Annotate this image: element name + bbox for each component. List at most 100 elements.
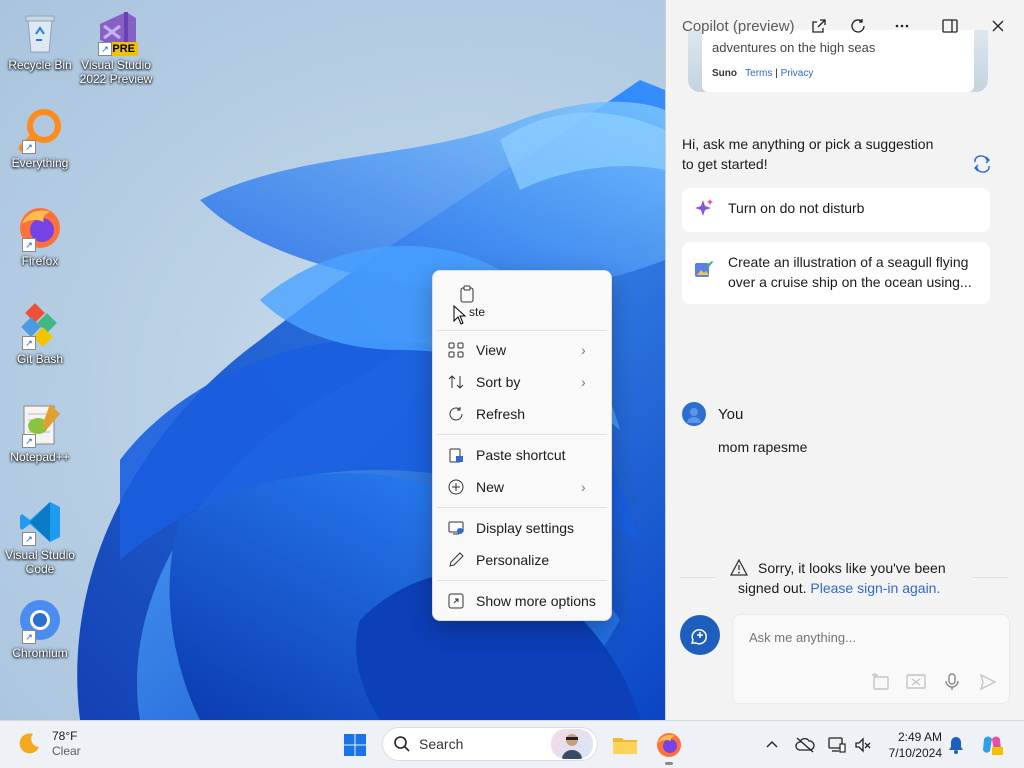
new-plus-icon — [448, 479, 464, 495]
desktop-icon-recycle-bin[interactable]: Recycle Bin — [2, 8, 78, 72]
send-button[interactable] — [977, 671, 999, 693]
desktop-icon-git-bash[interactable]: ↗ Git Bash — [2, 302, 78, 366]
chevron-right-icon: › — [581, 479, 586, 495]
shuffle-icon — [974, 155, 990, 173]
close-icon — [992, 20, 1004, 32]
display-settings-icon — [448, 520, 464, 536]
shortcut-arrow-icon: ↗ — [22, 336, 36, 350]
user-label: You — [718, 405, 744, 423]
screenshot-icon — [906, 674, 926, 689]
onedrive-status-button[interactable] — [795, 735, 815, 755]
grid-view-icon — [448, 342, 464, 358]
desktop-icon-everything[interactable]: ↗ Everything — [2, 106, 78, 170]
menu-item-refresh[interactable]: Refresh — [437, 399, 607, 429]
pen-icon — [448, 552, 464, 568]
weather-widget[interactable]: 78°F Clear — [16, 729, 81, 759]
firefox-icon — [657, 733, 681, 757]
sort-icon — [448, 374, 464, 390]
menu-item-personalize[interactable]: Personalize — [437, 545, 607, 575]
shortcut-arrow-icon: ↗ — [22, 630, 36, 644]
side-panel-icon — [942, 19, 958, 33]
menu-item-sort-by[interactable]: Sort by › — [437, 367, 607, 397]
network-button[interactable] — [827, 735, 847, 755]
file-explorer-button[interactable] — [611, 731, 639, 759]
divider — [680, 577, 716, 578]
microphone-icon — [945, 673, 959, 690]
refresh-button[interactable] — [848, 16, 868, 36]
clock-time: 2:49 AM — [897, 730, 942, 744]
avatar — [682, 402, 706, 426]
menu-item-paste-shortcut[interactable]: Paste shortcut — [437, 440, 607, 470]
volume-button[interactable] — [853, 735, 873, 755]
more-options-button[interactable] — [892, 16, 912, 36]
ask-input[interactable] — [747, 629, 991, 646]
shortcut-arrow-icon: ↗ — [22, 434, 36, 448]
open-in-new-window-button[interactable] — [809, 16, 829, 36]
desktop-icon-visual-studio-preview[interactable]: PRE ↗ Visual Studio 2022 Preview — [78, 8, 154, 86]
image-create-icon — [694, 260, 716, 282]
visual-studio-preview-icon: PRE ↗ — [92, 8, 140, 56]
shortcut-arrow-icon: ↗ — [22, 532, 36, 546]
screenshot-button[interactable] — [905, 671, 927, 693]
menu-item-display-settings[interactable]: Display settings — [437, 513, 607, 543]
weather-condition: Clear — [52, 744, 81, 758]
copilot-header: Copilot (preview) — [666, 0, 1024, 35]
refresh-icon — [851, 19, 865, 33]
everything-search-icon: ↗ — [16, 106, 64, 154]
clock-date: 7/10/2024 — [888, 746, 942, 760]
weather-temperature: 78°F — [52, 729, 78, 743]
taskbar-clock[interactable]: 2:49 AM 7/10/2024 — [882, 729, 942, 761]
search-highlight-image — [551, 729, 593, 759]
suno-card[interactable]: adventures on the high seas Suno Terms |… — [688, 30, 988, 92]
new-topic-button[interactable] — [680, 615, 720, 655]
dock-pane-button[interactable] — [940, 16, 960, 36]
desktop[interactable]: Recycle Bin PRE ↗ Visual Studio 2022 Pre… — [0, 0, 665, 720]
start-button[interactable] — [343, 733, 367, 757]
folder-icon — [613, 738, 637, 754]
desktop-icon-chromium[interactable]: ↗ Chromium — [2, 596, 78, 660]
menu-item-new[interactable]: New › — [437, 472, 607, 502]
desktop-context-menu: ste View › Sort by › Refresh Paste short… — [432, 270, 612, 621]
search-label: Search — [419, 736, 464, 752]
copilot-greeting: Hi, ask me anything or pick a suggestion… — [682, 136, 934, 172]
network-icon — [828, 737, 846, 753]
warning-icon — [730, 559, 748, 576]
menu-separator — [437, 434, 607, 435]
desktop-icon-vscode[interactable]: ↗ Visual Studio Code — [2, 498, 78, 576]
chevron-right-icon: › — [581, 374, 586, 390]
suno-brand: Suno — [712, 68, 737, 79]
notifications-button[interactable] — [946, 735, 966, 755]
suggestion-do-not-disturb[interactable]: Turn on do not disturb — [682, 188, 990, 232]
taskbar: 78°F Clear Search 2:49 AM 7/10/2024 — [0, 720, 1024, 768]
sign-in-link[interactable]: Please sign-in again. — [810, 580, 940, 596]
paste-shortcut-icon — [448, 447, 464, 463]
refresh-icon — [448, 406, 464, 422]
suno-privacy-link[interactable]: Privacy — [781, 68, 814, 79]
ask-box — [732, 614, 1010, 704]
shortcut-arrow-icon: ↗ — [22, 140, 36, 154]
moon-icon — [19, 733, 39, 754]
microphone-button[interactable] — [941, 671, 963, 693]
new-chat-icon — [690, 629, 707, 645]
new-suggestions-button[interactable] — [972, 154, 992, 174]
add-image-button[interactable] — [869, 671, 891, 693]
taskbar-search-box[interactable]: Search — [382, 727, 598, 761]
menu-item-show-more-options[interactable]: Show more options — [437, 586, 607, 616]
firefox-icon: ↗ — [16, 204, 64, 252]
menu-item-view[interactable]: View › — [437, 335, 607, 365]
suno-terms-link[interactable]: Terms — [745, 68, 772, 79]
paste-icon — [460, 285, 474, 303]
desktop-icon-notepad-plus-plus[interactable]: ↗ Notepad++ — [2, 400, 78, 464]
firefox-taskbar-button[interactable] — [655, 731, 683, 765]
show-hidden-icons-button[interactable] — [762, 735, 782, 755]
cloud-offline-icon — [795, 737, 815, 753]
suno-song-text: adventures on the high seas — [712, 40, 876, 55]
suggestion-create-illustration[interactable]: Create an illustration of a seagull flyi… — [682, 242, 990, 304]
desktop-icon-firefox[interactable]: ↗ Firefox — [2, 204, 78, 268]
close-button[interactable] — [988, 16, 1008, 36]
chevron-up-icon — [766, 741, 778, 748]
git-bash-icon: ↗ — [16, 302, 64, 350]
user-message-header: You — [682, 402, 743, 426]
copilot-taskbar-button[interactable] — [980, 733, 1004, 757]
show-more-options-icon — [448, 593, 464, 609]
